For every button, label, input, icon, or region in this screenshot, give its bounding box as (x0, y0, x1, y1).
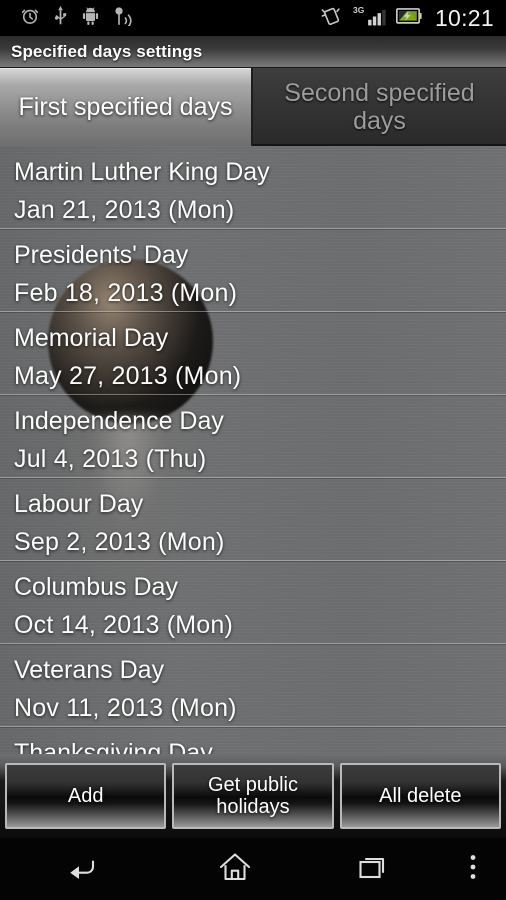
list-item-name: Memorial Day (14, 324, 169, 352)
tab-second-specified-days-label: Second specified days (284, 79, 475, 135)
list-item[interactable]: Thanksgiving Day (0, 727, 506, 754)
list-item-name: Columbus Day (14, 573, 178, 601)
tab-second-specified-days[interactable]: Second specified days (253, 68, 506, 146)
list-item[interactable]: Columbus Day Oct 14, 2013 (Mon) (0, 561, 506, 644)
list-item[interactable]: Memorial Day May 27, 2013 (Mon) (0, 312, 506, 395)
list-item-name: Presidents' Day (14, 241, 189, 269)
list-item[interactable]: Veterans Day Nov 11, 2013 (Mon) (0, 644, 506, 727)
specified-days-list[interactable]: Martin Luther King Day Jan 21, 2013 (Mon… (0, 146, 506, 754)
system-navigation-bar (0, 838, 506, 900)
list-item-name: Veterans Day (14, 656, 165, 684)
home-button[interactable] (160, 851, 310, 888)
recent-apps-button[interactable] (310, 853, 440, 886)
all-delete-button-label: All delete (379, 785, 462, 807)
list-item-date: Jul 4, 2013 (Thu) (14, 445, 207, 473)
page-title: Specified days settings (11, 41, 203, 61)
list-item-name: Martin Luther King Day (14, 158, 270, 186)
usb-icon (53, 5, 68, 31)
get-public-holidays-button-label: Get public holidays (207, 774, 299, 818)
add-button-label: Add (67, 785, 104, 807)
wifi-tether-icon (113, 6, 135, 31)
tab-first-specified-days-label: First specified days (18, 93, 233, 121)
action-button-bar: Add Get public holidays All delete (0, 754, 506, 838)
list-item-name: Labour Day (14, 490, 144, 518)
list-item-date: May 27, 2013 (Mon) (14, 362, 242, 390)
title-bar: Specified days settings (0, 36, 506, 68)
battery-charging-icon (395, 7, 422, 30)
list-item[interactable]: Presidents' Day Feb 18, 2013 (Mon) (0, 229, 506, 312)
back-icon (62, 852, 98, 887)
list-item[interactable]: Independence Day Jul 4, 2013 (Thu) (0, 395, 506, 478)
list-item-date: Oct 14, 2013 (Mon) (14, 611, 233, 639)
list-item-name: Thanksgiving Day (14, 739, 213, 754)
alarm-clock-icon (20, 6, 40, 31)
home-icon (218, 851, 252, 888)
list-item[interactable]: Labour Day Sep 2, 2013 (Mon) (0, 478, 506, 561)
get-public-holidays-button[interactable]: Get public holidays (172, 763, 334, 829)
overflow-menu-icon (469, 853, 477, 886)
svg-text:3G: 3G (353, 5, 365, 15)
list-item-date: Jan 21, 2013 (Mon) (14, 196, 235, 224)
recent-apps-icon (358, 853, 392, 886)
all-delete-button[interactable]: All delete (339, 763, 501, 829)
list-item[interactable]: Martin Luther King Day Jan 21, 2013 (Mon… (0, 146, 506, 229)
back-button[interactable] (0, 852, 160, 887)
tab-bar: First specified days Second specified da… (0, 68, 506, 146)
list-item-date: Feb 18, 2013 (Mon) (14, 279, 238, 307)
list-item-date: Sep 2, 2013 (Mon) (14, 528, 225, 556)
status-bar: 3G 10:21 (0, 0, 506, 36)
overflow-menu-button[interactable] (440, 853, 506, 886)
tab-first-specified-days[interactable]: First specified days (0, 68, 253, 146)
status-bar-left-icons (0, 5, 135, 31)
add-button[interactable]: Add (5, 763, 167, 829)
list-item-name: Independence Day (14, 407, 224, 435)
phone-screen: 3G 10:21 Specified days settings First s… (0, 0, 506, 900)
status-bar-right-icons: 3G 10:21 (320, 4, 506, 33)
vibrate-icon (320, 5, 344, 32)
list-item-date: Nov 11, 2013 (Mon) (14, 694, 237, 722)
status-bar-clock: 10:21 (434, 4, 494, 31)
signal-3g-icon: 3G (353, 4, 387, 33)
android-robot-icon (81, 6, 100, 31)
